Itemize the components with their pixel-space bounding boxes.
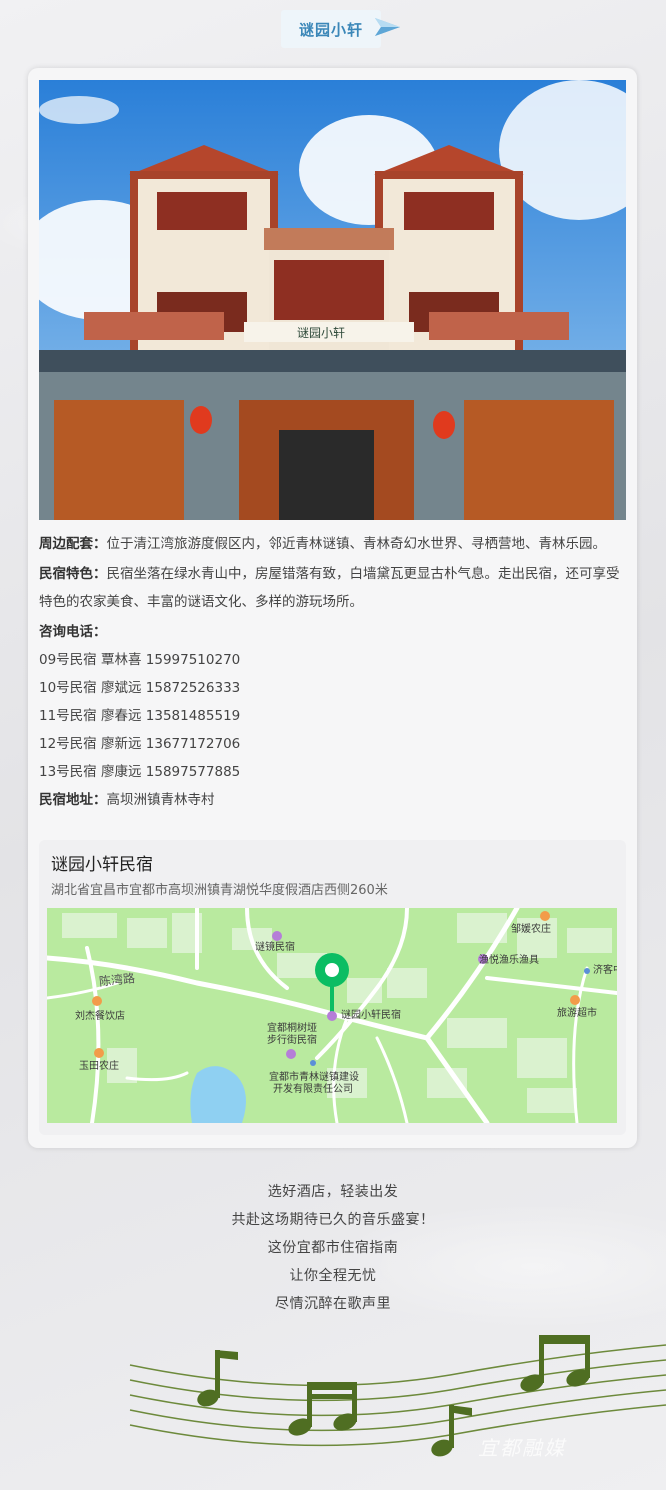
map-poi-label: 邹媛农庄 — [511, 924, 551, 935]
sign-text: 谜园小轩 — [297, 326, 345, 340]
map-poi-label: 开发有限责任公司 — [273, 1084, 353, 1095]
homestay-photo: 谜园小轩 — [39, 80, 626, 520]
phone-line: 10号民宿 廖斌远 15872526333 — [39, 680, 241, 696]
map-place-address: 湖北省宜昌市宜都市高坝洲镇青湖悦华度假酒店西侧260米 — [51, 883, 388, 898]
map-poi-label: 玉田农庄 — [79, 1061, 119, 1072]
surroundings-paragraph: 周边配套：位于清江湾旅游度假区内，邻近青林谜镇、青林奇幻水世界、寻栖营地、青林乐… — [39, 536, 607, 552]
phone-line: 13号民宿 廖康远 15897577885 — [39, 764, 241, 780]
music-note-icon — [520, 1335, 590, 1392]
page-title: 谜园小轩 — [298, 20, 363, 39]
features-text: 民宿坐落在绿水青山中，房屋错落有致，白墙黛瓦更显古朴气息。走出民宿，还可享受特色… — [39, 566, 620, 610]
paper-plane-icon — [375, 18, 400, 36]
map-road-label: 陈湾路 — [98, 971, 136, 989]
homestay-card: 谜园小轩 周边配套：位于清江湾旅游度假区内，邻近青林谜镇、青林奇幻水世界、寻栖营… — [28, 68, 637, 1148]
map-target-label: 谜园小轩民宿 — [341, 1010, 401, 1021]
location-pin-icon[interactable] — [315, 953, 349, 1012]
closing-line: 选好酒店，轻装出发 — [267, 1184, 399, 1200]
map-poi-label: 步行街民宿 — [267, 1035, 317, 1046]
map-poi-label: 济客中 — [593, 965, 617, 976]
music-note-icon — [197, 1350, 238, 1407]
map-poi-label: 谜镜民宿 — [255, 942, 295, 953]
watermark-logo: 宜都融媒 — [478, 1436, 566, 1460]
map-poi-label: 旅游超市 — [557, 1008, 597, 1019]
features-label: 民宿特色 — [39, 566, 93, 582]
map-place-name: 谜园小轩民宿 — [51, 855, 153, 875]
closing-line: 共赴这场期待已久的音乐盛宴！ — [231, 1212, 435, 1228]
phone-label: 咨询电话： — [39, 624, 107, 640]
homestay-info: 周边配套：位于清江湾旅游度假区内，邻近青林谜镇、青林奇幻水世界、寻栖营地、青林乐… — [39, 530, 626, 814]
phone-line: 12号民宿 廖新远 13677172706 — [39, 736, 241, 752]
features-paragraph: 民宿特色：民宿坐落在绿水青山中，房屋错落有致，白墙黛瓦更显古朴气息。走出民宿，还… — [39, 566, 620, 610]
map-poi-label: 刘杰餐饮店 — [75, 1011, 125, 1022]
map-view[interactable]: 谜镜民宿 陈湾路 刘杰餐饮店 玉田农庄 谜园小轩民宿 宜都桐树垭 步行街民宿 宜… — [47, 908, 617, 1123]
phone-line: 09号民宿 覃林喜 15997510270 — [39, 652, 241, 668]
surroundings-text: 位于清江湾旅游度假区内，邻近青林谜镇、青林奇幻水世界、寻栖营地、青林乐园。 — [106, 536, 607, 552]
phone-line: 11号民宿 廖春远 13581485519 — [39, 708, 241, 724]
address-text: 高坝洲镇青林寺村 — [106, 792, 215, 808]
closing-line: 这份宜都市住宿指南 — [267, 1240, 399, 1256]
map-poi-label: 宜都桐树垭 — [267, 1023, 317, 1034]
music-notes-decoration — [129, 1335, 666, 1457]
map-poi-label: 宜都市青林谜镇建设 — [269, 1072, 359, 1083]
closing-line: 让你全程无忧 — [289, 1268, 377, 1284]
page-title-tag: 谜园小轩 — [281, 10, 381, 48]
address-label: 民宿地址 — [39, 792, 93, 808]
surroundings-label: 周边配套 — [39, 536, 93, 552]
map-poi-label: 渔悦渔乐渔具 — [479, 955, 539, 966]
location-map-card[interactable]: 谜园小轩民宿 湖北省宜昌市宜都市高坝洲镇青湖悦华度假酒店西侧260米 谜镜民宿 … — [39, 840, 626, 1135]
address-paragraph: 民宿地址：高坝洲镇青林寺村 — [39, 792, 215, 808]
closing-line: 尽情沉醉在歌声里 — [275, 1296, 391, 1312]
closing-text: 选好酒店，轻装出发 共赴这场期待已久的音乐盛宴！ 这份宜都市住宿指南 让你全程无… — [0, 1178, 666, 1318]
